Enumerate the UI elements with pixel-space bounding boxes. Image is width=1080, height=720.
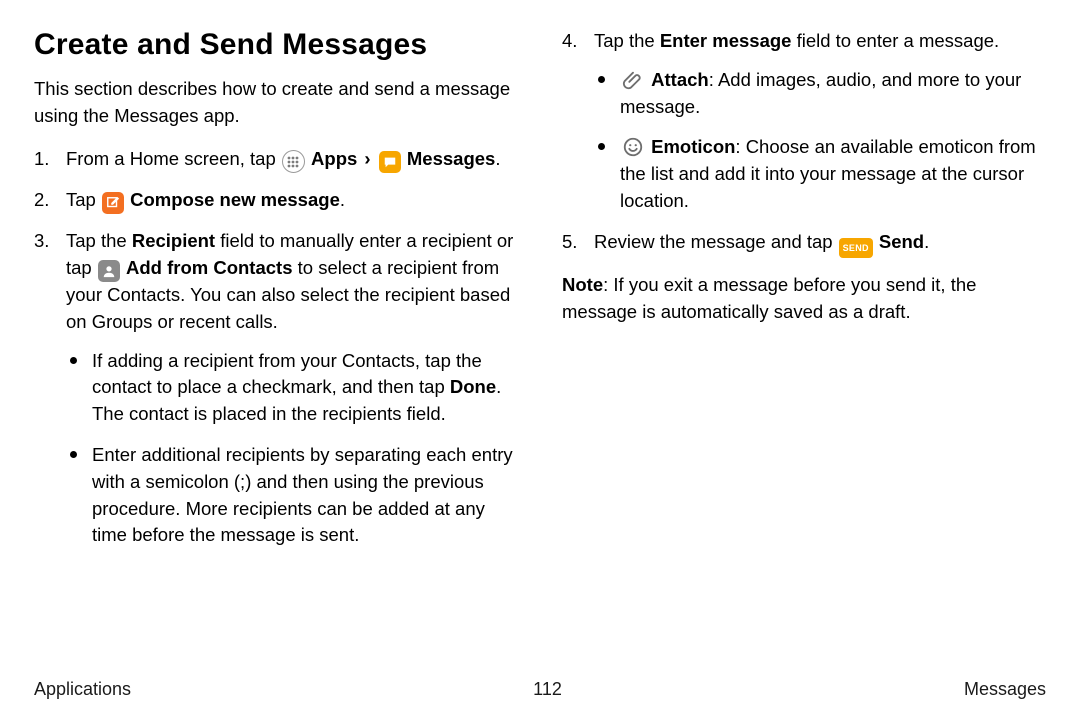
steps-list-left: 1. From a Home screen, tap Apps › bbox=[34, 146, 518, 550]
two-column-layout: Create and Send Messages This section de… bbox=[34, 28, 1046, 669]
step-4-sublist: Attach: Add images, audio, and more to y… bbox=[594, 67, 1046, 215]
step-5: 5. Review the message and tap SEND Send. bbox=[562, 229, 1046, 259]
footer-left: Applications bbox=[34, 679, 131, 700]
step-1: 1. From a Home screen, tap Apps › bbox=[34, 146, 518, 174]
step-text: Tap the bbox=[594, 30, 660, 51]
step-number: 5. bbox=[562, 229, 577, 256]
apps-label: Apps bbox=[311, 148, 357, 169]
manual-page: Create and Send Messages This section de… bbox=[0, 0, 1080, 720]
sub-item: Enter additional recipients by separatin… bbox=[66, 442, 518, 549]
step-3: 3. Tap the Recipient field to manually e… bbox=[34, 228, 518, 549]
step-text: Review the message and tap bbox=[594, 231, 838, 252]
step-number: 4. bbox=[562, 28, 577, 55]
step-2: 2. Tap Compose new message. bbox=[34, 187, 518, 214]
compose-icon bbox=[102, 192, 124, 214]
send-label: Send bbox=[879, 231, 924, 252]
footer-right: Messages bbox=[964, 679, 1046, 700]
step-number: 1. bbox=[34, 146, 49, 173]
emoticon-label: Emoticon bbox=[651, 136, 735, 157]
apps-icon bbox=[282, 150, 305, 173]
left-column: Create and Send Messages This section de… bbox=[34, 28, 518, 669]
attach-label: Attach bbox=[651, 69, 709, 90]
messages-icon bbox=[379, 151, 401, 173]
sub-text: Enter additional recipients by separatin… bbox=[92, 444, 513, 545]
page-title: Create and Send Messages bbox=[34, 28, 518, 62]
emoticon-icon bbox=[621, 135, 645, 159]
step-text-end: field to enter a message. bbox=[791, 30, 999, 51]
step-number: 3. bbox=[34, 228, 49, 255]
sub-item: Emoticon: Choose an available emoticon f… bbox=[594, 134, 1046, 214]
step-text-end: . bbox=[495, 148, 500, 169]
step-number: 2. bbox=[34, 187, 49, 214]
add-contacts-label: Add from Contacts bbox=[126, 257, 293, 278]
right-column: 4. Tap the Enter message field to enter … bbox=[562, 28, 1046, 669]
contact-icon bbox=[98, 260, 120, 282]
recipient-label: Recipient bbox=[132, 230, 215, 251]
step-4: 4. Tap the Enter message field to enter … bbox=[562, 28, 1046, 215]
note-label: Note bbox=[562, 274, 603, 295]
steps-list-right: 4. Tap the Enter message field to enter … bbox=[562, 28, 1046, 258]
send-icon: SEND bbox=[839, 238, 873, 258]
intro-paragraph: This section describes how to create and… bbox=[34, 76, 518, 130]
note-text: : If you exit a message before you send … bbox=[562, 274, 976, 322]
send-icon-text: SEND bbox=[843, 242, 869, 255]
done-label: Done bbox=[450, 376, 496, 397]
sub-item: If adding a recipient from your Contacts… bbox=[66, 348, 518, 428]
messages-label: Messages bbox=[407, 148, 495, 169]
compose-label: Compose new message bbox=[130, 189, 340, 210]
step-3-sublist: If adding a recipient from your Contacts… bbox=[66, 348, 518, 550]
chevron-right-icon: › bbox=[362, 148, 372, 169]
step-text: From a Home screen, tap bbox=[66, 148, 281, 169]
attach-icon bbox=[621, 68, 645, 92]
footer-page-number: 112 bbox=[533, 679, 562, 700]
enter-message-label: Enter message bbox=[660, 30, 792, 51]
step-text: Tap the bbox=[66, 230, 132, 251]
step-text: Tap bbox=[66, 189, 101, 210]
note-paragraph: Note: If you exit a message before you s… bbox=[562, 272, 1046, 326]
page-footer: Applications 112 Messages bbox=[34, 669, 1046, 700]
step-text-end: . bbox=[924, 231, 929, 252]
sub-item: Attach: Add images, audio, and more to y… bbox=[594, 67, 1046, 121]
step-text-end: . bbox=[340, 189, 345, 210]
sub-text: If adding a recipient from your Contacts… bbox=[92, 350, 482, 398]
